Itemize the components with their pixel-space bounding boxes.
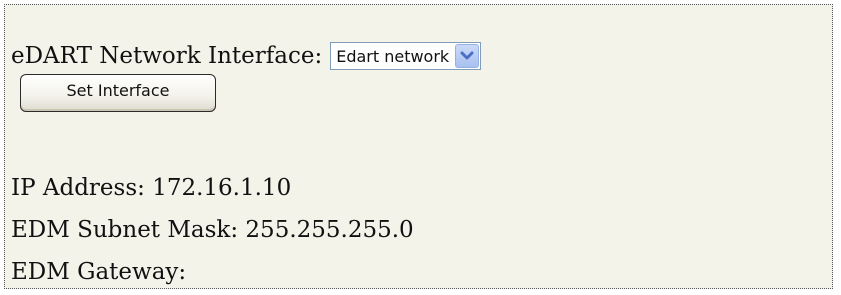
- interface-select-value: Edart network: [336, 46, 450, 66]
- ip-address-text: IP Address: 172.16.1.10: [11, 175, 292, 201]
- set-interface-button[interactable]: Set Interface: [20, 74, 216, 112]
- interface-label: eDART Network Interface:: [11, 43, 323, 69]
- subnet-mask-text: EDM Subnet Mask: 255.255.255.0: [11, 217, 414, 243]
- network-settings-panel: eDART Network Interface: Edart network S…: [4, 4, 833, 289]
- chevron-down-icon[interactable]: [455, 44, 480, 68]
- gateway-text: EDM Gateway:: [11, 259, 187, 285]
- interface-select[interactable]: Edart network: [330, 42, 482, 70]
- interface-row: eDART Network Interface: Edart network: [11, 40, 482, 72]
